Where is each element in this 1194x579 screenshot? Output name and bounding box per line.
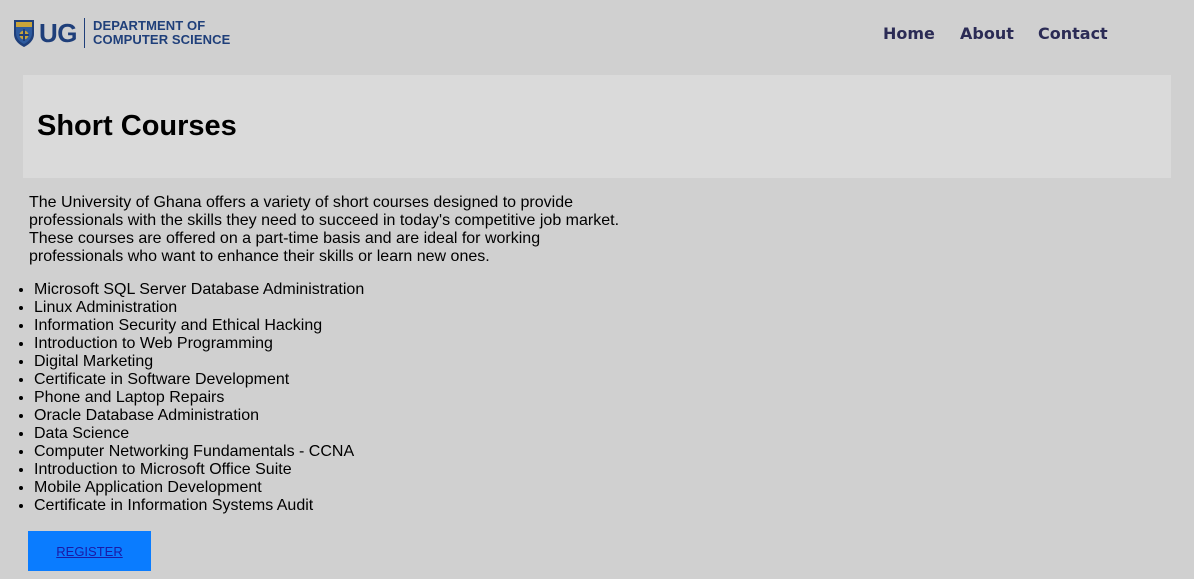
main-nav: Home About Contact (0, 24, 1194, 46)
list-item: Information Security and Ethical Hacking (34, 317, 364, 335)
intro-paragraph: The University of Ghana offers a variety… (29, 194, 620, 265)
list-item: Introduction to Microsoft Office Suite (34, 461, 364, 479)
nav-home-link[interactable]: Home (883, 24, 935, 44)
nav-about-link[interactable]: About (960, 24, 1014, 44)
site-header: UG DEPARTMENT OF COMPUTER SCIENCE Home A… (0, 0, 1194, 70)
list-item: Linux Administration (34, 299, 364, 317)
list-item: Mobile Application Development (34, 479, 364, 497)
list-item: Oracle Database Administration (34, 407, 364, 425)
list-item: Digital Marketing (34, 353, 364, 371)
list-item: Computer Networking Fundamentals - CCNA (34, 443, 364, 461)
list-item: Microsoft SQL Server Database Administra… (34, 281, 364, 299)
list-item: Introduction to Web Programming (34, 335, 364, 353)
list-item: Phone and Laptop Repairs (34, 389, 364, 407)
list-item: Certificate in Software Development (34, 371, 364, 389)
list-item: Data Science (34, 425, 364, 443)
register-link[interactable]: REGISTER (56, 544, 122, 559)
register-button[interactable]: REGISTER (28, 531, 151, 571)
list-item: Certificate in Information Systems Audit (34, 497, 364, 515)
page-banner: Short Courses (23, 75, 1171, 178)
nav-contact-link[interactable]: Contact (1038, 24, 1108, 44)
course-list: Microsoft SQL Server Database Administra… (0, 281, 364, 515)
page-title: Short Courses (37, 110, 237, 142)
